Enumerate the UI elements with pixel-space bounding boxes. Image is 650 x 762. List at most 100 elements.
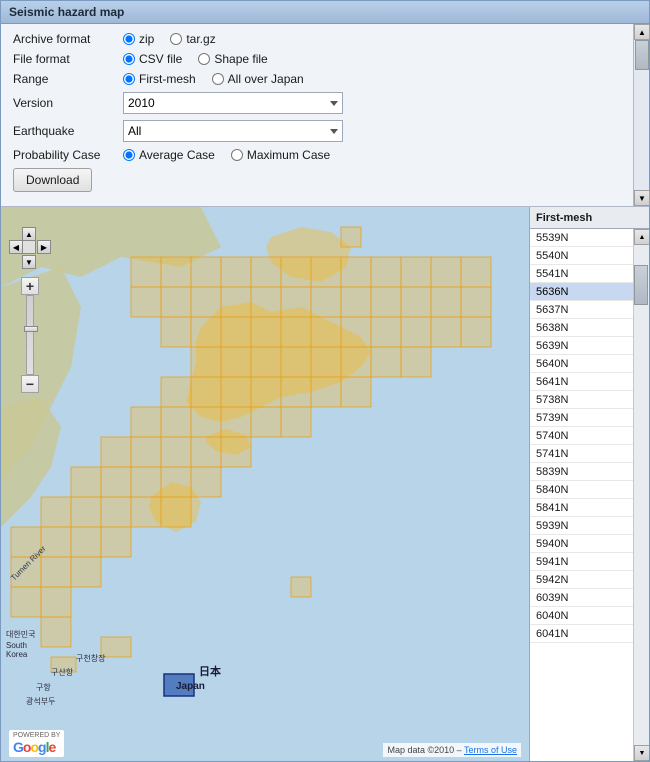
zoom-out-btn[interactable]: − <box>21 375 39 393</box>
prob-average-label: Average Case <box>139 148 215 162</box>
range-all-radio[interactable] <box>212 73 224 85</box>
prob-average-group: Average Case <box>123 148 215 162</box>
zoom-slider[interactable] <box>26 295 34 375</box>
korea-city3: 구항 <box>36 683 51 692</box>
controls-scroll-thumb[interactable] <box>635 40 649 70</box>
controls-scroll-up-btn[interactable]: ▲ <box>634 24 650 40</box>
mesh-item[interactable]: 5740N <box>530 427 633 445</box>
mesh-panel-header: First-mesh <box>530 207 649 229</box>
mesh-item[interactable]: 5738N <box>530 391 633 409</box>
mesh-item[interactable]: 5641N <box>530 373 633 391</box>
prob-maximum-label: Maximum Case <box>247 148 330 162</box>
file-format-label: File format <box>13 52 123 66</box>
download-button[interactable]: Download <box>13 168 92 192</box>
window-title: Seismic hazard map <box>9 5 124 19</box>
archive-targz-label: tar.gz <box>186 32 215 46</box>
zoom-in-btn[interactable]: + <box>21 277 39 295</box>
mesh-item[interactable]: 5841N <box>530 499 633 517</box>
mesh-item[interactable]: 5637N <box>530 301 633 319</box>
mesh-list: 5539N5540N5541N5636N5637N5638N5639N5640N… <box>530 229 633 643</box>
version-options: 2010 2009 2008 <box>123 92 621 114</box>
file-csv-radio[interactable] <box>123 53 135 65</box>
mesh-item[interactable]: 5640N <box>530 355 633 373</box>
zoom-slider-thumb[interactable] <box>24 326 38 332</box>
range-first-group: First-mesh <box>123 72 196 86</box>
archive-zip-radio[interactable] <box>123 33 135 45</box>
south-korea-label: South <box>6 641 27 650</box>
controls-scrollbar: ▲ ▼ <box>633 24 649 206</box>
navigation-control: ▲ ▼ ◀ ▶ + − <box>9 227 51 393</box>
file-csv-label: CSV file <box>139 52 182 66</box>
file-format-options: CSV file Shape file <box>123 52 621 66</box>
controls-scroll-down-btn[interactable]: ▼ <box>634 190 650 206</box>
range-first-radio[interactable] <box>123 73 135 85</box>
nav-up-btn[interactable]: ▲ <box>22 227 36 241</box>
mesh-item[interactable]: 6039N <box>530 589 633 607</box>
archive-targz-radio[interactable] <box>170 33 182 45</box>
prob-maximum-radio[interactable] <box>231 149 243 161</box>
mesh-item[interactable]: 6040N <box>530 607 633 625</box>
mesh-item[interactable]: 5942N <box>530 571 633 589</box>
range-label: Range <box>13 72 123 86</box>
prob-average-radio[interactable] <box>123 149 135 161</box>
mesh-item[interactable]: 5839N <box>530 463 633 481</box>
archive-targz-group: tar.gz <box>170 32 215 46</box>
map-container[interactable]: 日本 Japan 대한민국 South Korea 구천창장 구산항 구항 광석… <box>1 207 529 761</box>
probability-case-label: Probability Case <box>13 148 123 162</box>
version-label: Version <box>13 96 123 110</box>
korea-city2: 구산항 <box>51 667 74 677</box>
archive-format-options: zip tar.gz <box>123 32 621 46</box>
mesh-item[interactable]: 5939N <box>530 517 633 535</box>
mesh-scroll-up-btn[interactable]: ▲ <box>634 229 649 245</box>
mesh-list-container: 5539N5540N5541N5636N5637N5638N5639N5640N… <box>530 229 649 761</box>
mesh-item[interactable]: 5636N <box>530 283 633 301</box>
mesh-panel: First-mesh 5539N5540N5541N5636N5637N5638… <box>529 207 649 761</box>
nav-right-btn[interactable]: ▶ <box>37 240 51 254</box>
archive-zip-label: zip <box>139 32 154 46</box>
archive-format-label: Archive format <box>13 32 123 46</box>
mesh-item[interactable]: 5941N <box>530 553 633 571</box>
prob-maximum-group: Maximum Case <box>231 148 330 162</box>
earthquake-select[interactable]: All <box>123 120 343 142</box>
terms-link[interactable]: Terms of Use <box>464 745 517 755</box>
mesh-item[interactable]: 5639N <box>530 337 633 355</box>
main-content: 日本 Japan 대한민국 South Korea 구천창장 구산항 구항 광석… <box>1 207 649 761</box>
mesh-item[interactable]: 5840N <box>530 481 633 499</box>
japan-english-label: Japan <box>176 681 205 692</box>
earthquake-label: Earthquake <box>13 124 123 138</box>
version-row: Version 2010 2009 2008 <box>13 92 621 114</box>
mesh-item[interactable]: 5540N <box>530 247 633 265</box>
nav-left-btn[interactable]: ◀ <box>9 240 23 254</box>
mesh-item[interactable]: 6041N <box>530 625 633 643</box>
zoom-controls: + − <box>21 277 39 393</box>
probability-case-row: Probability Case Average Case Maximum Ca… <box>13 148 621 162</box>
mesh-scroll-thumb[interactable] <box>634 265 648 305</box>
mesh-item[interactable]: 5638N <box>530 319 633 337</box>
file-format-row: File format CSV file Shape file <box>13 52 621 66</box>
nav-center <box>22 240 36 254</box>
mesh-scroll-down-btn[interactable]: ▼ <box>634 745 649 761</box>
japan-label: 日本 <box>199 664 221 678</box>
mesh-item[interactable]: 5940N <box>530 535 633 553</box>
earthquake-row: Earthquake All <box>13 120 621 142</box>
file-shape-label: Shape file <box>214 52 267 66</box>
range-row: Range First-mesh All over Japan <box>13 72 621 86</box>
controls-scroll-track <box>634 40 649 190</box>
nav-down-btn[interactable]: ▼ <box>22 255 36 269</box>
version-select[interactable]: 2010 2009 2008 <box>123 92 343 114</box>
south-korea-label2: Korea <box>6 650 28 659</box>
file-shape-radio[interactable] <box>198 53 210 65</box>
mesh-scrollbar: ▲ ▼ <box>633 229 649 761</box>
archive-zip-group: zip <box>123 32 154 46</box>
mesh-item[interactable]: 5741N <box>530 445 633 463</box>
map-svg: 日本 Japan 대한민국 South Korea 구천창장 구산항 구항 광석… <box>1 207 529 761</box>
korea-city1: 구천창장 <box>76 653 106 663</box>
mesh-item[interactable]: 5541N <box>530 265 633 283</box>
map-attribution: Map data ©2010 – Terms of Use <box>383 743 521 757</box>
controls-area: Archive format zip tar.gz File format <box>1 24 649 207</box>
mesh-item[interactable]: 5739N <box>530 409 633 427</box>
map-data-text: Map data ©2010 <box>387 745 454 755</box>
download-row: Download <box>13 168 621 192</box>
mesh-item[interactable]: 5539N <box>530 229 633 247</box>
main-window: Seismic hazard map Archive format zip ta… <box>0 0 650 762</box>
